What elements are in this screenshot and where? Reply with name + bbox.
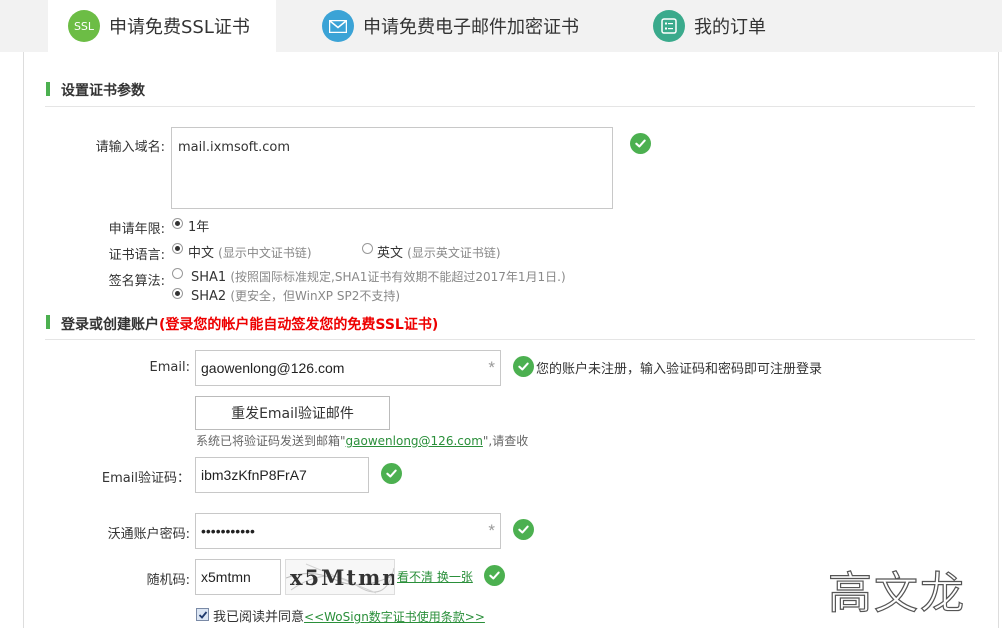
resend-email-button[interactable]: 重发Email验证邮件 bbox=[195, 396, 390, 430]
term-1year-radio[interactable] bbox=[172, 218, 183, 229]
tab-ssl-certificate[interactable]: SSL 申请免费SSL证书 bbox=[48, 0, 276, 52]
sent-email-link[interactable]: gaowenlong@126.com bbox=[346, 434, 483, 448]
sha1-hint: (按照国际标准规定,SHA1证书有效期不能超过2017年1月1日.) bbox=[230, 270, 566, 284]
lang-en-radio[interactable] bbox=[362, 243, 373, 254]
email-check-icon bbox=[513, 356, 534, 377]
domain-label: 请输入域名: bbox=[95, 140, 165, 155]
captcha-value: x5mtmn bbox=[201, 569, 251, 585]
term-1year-label: 1年 bbox=[188, 220, 210, 235]
sha2-radio[interactable] bbox=[172, 288, 183, 299]
password-dots: ••••••••••• bbox=[201, 523, 255, 539]
lang-label: 证书语言: bbox=[108, 248, 165, 263]
lang-cn-radio[interactable] bbox=[172, 243, 183, 254]
section-marker bbox=[46, 315, 50, 329]
email-status-text: 您的账户未注册，输入验证码和密码即可注册登录 bbox=[536, 362, 823, 377]
account-note: (登录您的帐户能自动签发您的免费SSL证书) bbox=[159, 317, 439, 333]
agree-checkbox[interactable] bbox=[196, 608, 209, 621]
lang-cn-hint: (显示中文证书链) bbox=[218, 246, 312, 260]
checkmark-icon bbox=[198, 610, 207, 619]
sha2-hint: (更安全，但WinXP SP2不支持) bbox=[230, 289, 401, 303]
captcha-refresh-link[interactable]: 看不清 换一张 bbox=[397, 568, 473, 585]
cert-params-title: 设置证书参数 bbox=[61, 83, 145, 99]
code-check-icon bbox=[381, 463, 402, 484]
password-check-icon bbox=[513, 519, 534, 540]
agree-text: 我已阅读并同意<<WoSign数字证书使用条款>> bbox=[213, 610, 485, 625]
lang-en-hint: (显示英文证书链) bbox=[407, 246, 501, 260]
password-input[interactable]: ••••••••••• * bbox=[195, 513, 501, 549]
sha2-option: SHA2 (更安全，但WinXP SP2不支持) bbox=[191, 289, 401, 304]
lang-en-option: 英文 (显示英文证书链) bbox=[377, 246, 501, 261]
sent-notice: 系统已将验证码发送到邮箱"gaowenlong@126.com",请查收 bbox=[196, 434, 529, 448]
required-asterisk-icon: * bbox=[488, 521, 495, 540]
content-left-border bbox=[23, 52, 24, 628]
email-value: gaowenlong@126.com bbox=[201, 360, 345, 376]
list-icon bbox=[653, 10, 685, 42]
term-label: 申请年限: bbox=[108, 222, 165, 237]
tab-email-certificate[interactable]: 申请免费电子邮件加密证书 bbox=[322, 0, 632, 52]
cert-params-header: 设置证书参数 bbox=[45, 80, 975, 107]
sha1-radio[interactable] bbox=[172, 268, 183, 279]
tab-ssl-label: 申请免费SSL证书 bbox=[109, 17, 250, 38]
tab-my-orders[interactable]: 我的订单 bbox=[653, 0, 813, 52]
email-code-value: ibm3zKfnP8FrA7 bbox=[201, 467, 307, 483]
password-label: 沃通账户密码: bbox=[107, 527, 190, 542]
captcha-label: 随机码: bbox=[146, 573, 190, 588]
content-right-border bbox=[998, 52, 999, 628]
captcha-input[interactable]: x5mtmn bbox=[195, 559, 281, 595]
tab-orders-label: 我的订单 bbox=[694, 17, 766, 38]
author-watermark: 高文龙 bbox=[827, 567, 966, 619]
envelope-icon bbox=[322, 10, 354, 42]
ssl-badge-text: SSL bbox=[73, 19, 95, 33]
terms-link[interactable]: <<WoSign数字证书使用条款>> bbox=[304, 610, 485, 624]
account-header: 登录或创建账户(登录您的帐户能自动签发您的免费SSL证书) bbox=[45, 314, 975, 340]
email-label: Email: bbox=[149, 360, 190, 375]
required-asterisk-icon: * bbox=[488, 358, 495, 377]
domain-textarea[interactable]: mail.ixmsoft.com bbox=[171, 127, 613, 209]
tab-bar: SSL 申请免费SSL证书 申请免费电子邮件加密证书 我的订单 bbox=[0, 0, 1002, 52]
email-input[interactable]: gaowenlong@126.com * bbox=[195, 350, 501, 386]
account-title: 登录或创建账户(登录您的帐户能自动签发您的免费SSL证书) bbox=[61, 317, 439, 333]
ssl-badge-icon: SSL bbox=[68, 10, 100, 42]
sha1-option: SHA1 (按照国际标准规定,SHA1证书有效期不能超过2017年1月1日.) bbox=[191, 270, 566, 285]
email-code-input[interactable]: ibm3zKfnP8FrA7 bbox=[195, 457, 369, 493]
captcha-image[interactable]: x5Mtmn bbox=[285, 559, 395, 595]
tab-email-label: 申请免费电子邮件加密证书 bbox=[363, 17, 579, 38]
algo-label: 签名算法: bbox=[108, 274, 165, 289]
code-label: Email验证码： bbox=[101, 471, 190, 486]
section-marker bbox=[46, 82, 50, 96]
lang-cn-option: 中文 (显示中文证书链) bbox=[188, 246, 312, 261]
captcha-image-text: x5Mtmn bbox=[290, 565, 395, 590]
captcha-check-icon bbox=[484, 565, 505, 586]
domain-valid-check-icon bbox=[630, 133, 651, 154]
